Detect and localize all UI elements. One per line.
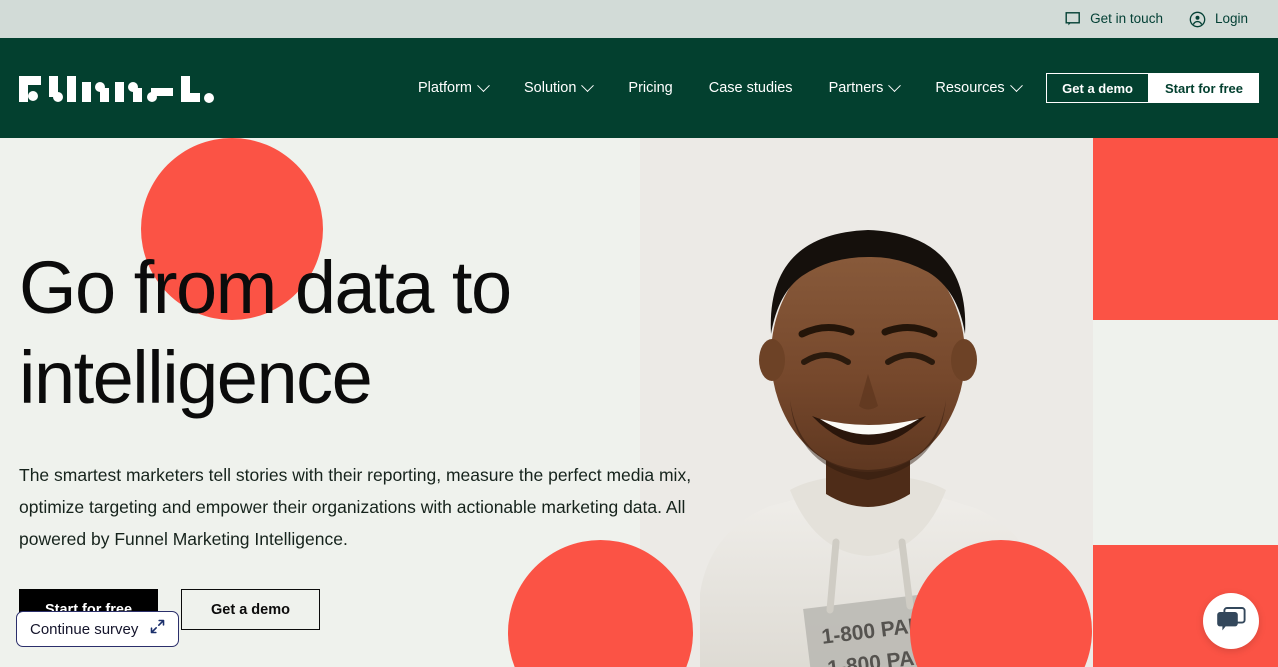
funnel-logo[interactable] — [19, 74, 219, 104]
decorative-square-top-right — [1093, 138, 1278, 320]
nav-label-platform: Platform — [418, 79, 472, 96]
nav-label-pricing: Pricing — [628, 79, 673, 96]
login-label: Login — [1214, 11, 1248, 27]
chat-widget-button[interactable] — [1203, 593, 1259, 649]
hero-content: Go from data to intelligence The smartes… — [19, 138, 719, 630]
get-in-touch-label: Get in touch — [1090, 11, 1163, 27]
nav-label-partners: Partners — [828, 79, 884, 96]
hero-get-a-demo-button[interactable]: Get a demo — [181, 589, 320, 630]
expand-diagonal-icon[interactable] — [150, 619, 165, 639]
funnel-logo-mark — [19, 76, 214, 103]
nav-item-case-studies[interactable]: Case studies — [691, 81, 811, 96]
chevron-down-icon — [581, 78, 595, 92]
chevron-down-icon — [477, 78, 490, 92]
chevron-down-icon — [1009, 78, 1023, 92]
nav-item-solution[interactable]: Solution — [506, 78, 610, 96]
main-navbar: Platform Solution Pricing Case studies P… — [0, 38, 1278, 138]
nav-start-for-free-button[interactable]: Start for free — [1148, 73, 1259, 103]
chat-bubbles-icon — [1216, 605, 1246, 638]
continue-survey-widget[interactable]: Continue survey — [16, 611, 180, 647]
continue-survey-label: Continue survey — [30, 620, 139, 638]
chat-square-icon — [1065, 11, 1081, 27]
nav-label-resources: Resources — [935, 79, 1005, 96]
account-circle-icon — [1189, 11, 1206, 28]
nav-item-partners[interactable]: Partners — [811, 78, 918, 96]
nav-item-resources[interactable]: Resources — [917, 78, 1038, 96]
nav-get-a-demo-button[interactable]: Get a demo — [1046, 73, 1149, 103]
utility-topbar: Get in touch Login — [0, 0, 1278, 38]
chevron-down-icon — [888, 78, 902, 92]
nav-label-case-studies: Case studies — [708, 79, 793, 96]
nav-links: Platform Solution Pricing Case studies P… — [400, 38, 1039, 138]
login-link[interactable]: Login — [1189, 11, 1248, 28]
hero-subtitle: The smartest marketers tell stories with… — [19, 465, 692, 549]
get-in-touch-link[interactable]: Get in touch — [1065, 11, 1163, 27]
hero-section: 1-800 PALM SPRINGS 1-800 PALM SPRINGS 1-… — [0, 138, 1278, 667]
nav-cta-group: Get a demo Start for free — [1046, 38, 1259, 138]
hero-title: Go from data to intelligence — [19, 246, 512, 419]
nav-item-pricing[interactable]: Pricing — [610, 81, 690, 96]
page-root: Get in touch Login Platform Solution Pri… — [0, 0, 1278, 667]
nav-label-solution: Solution — [524, 79, 577, 96]
nav-item-platform[interactable]: Platform — [400, 78, 506, 96]
